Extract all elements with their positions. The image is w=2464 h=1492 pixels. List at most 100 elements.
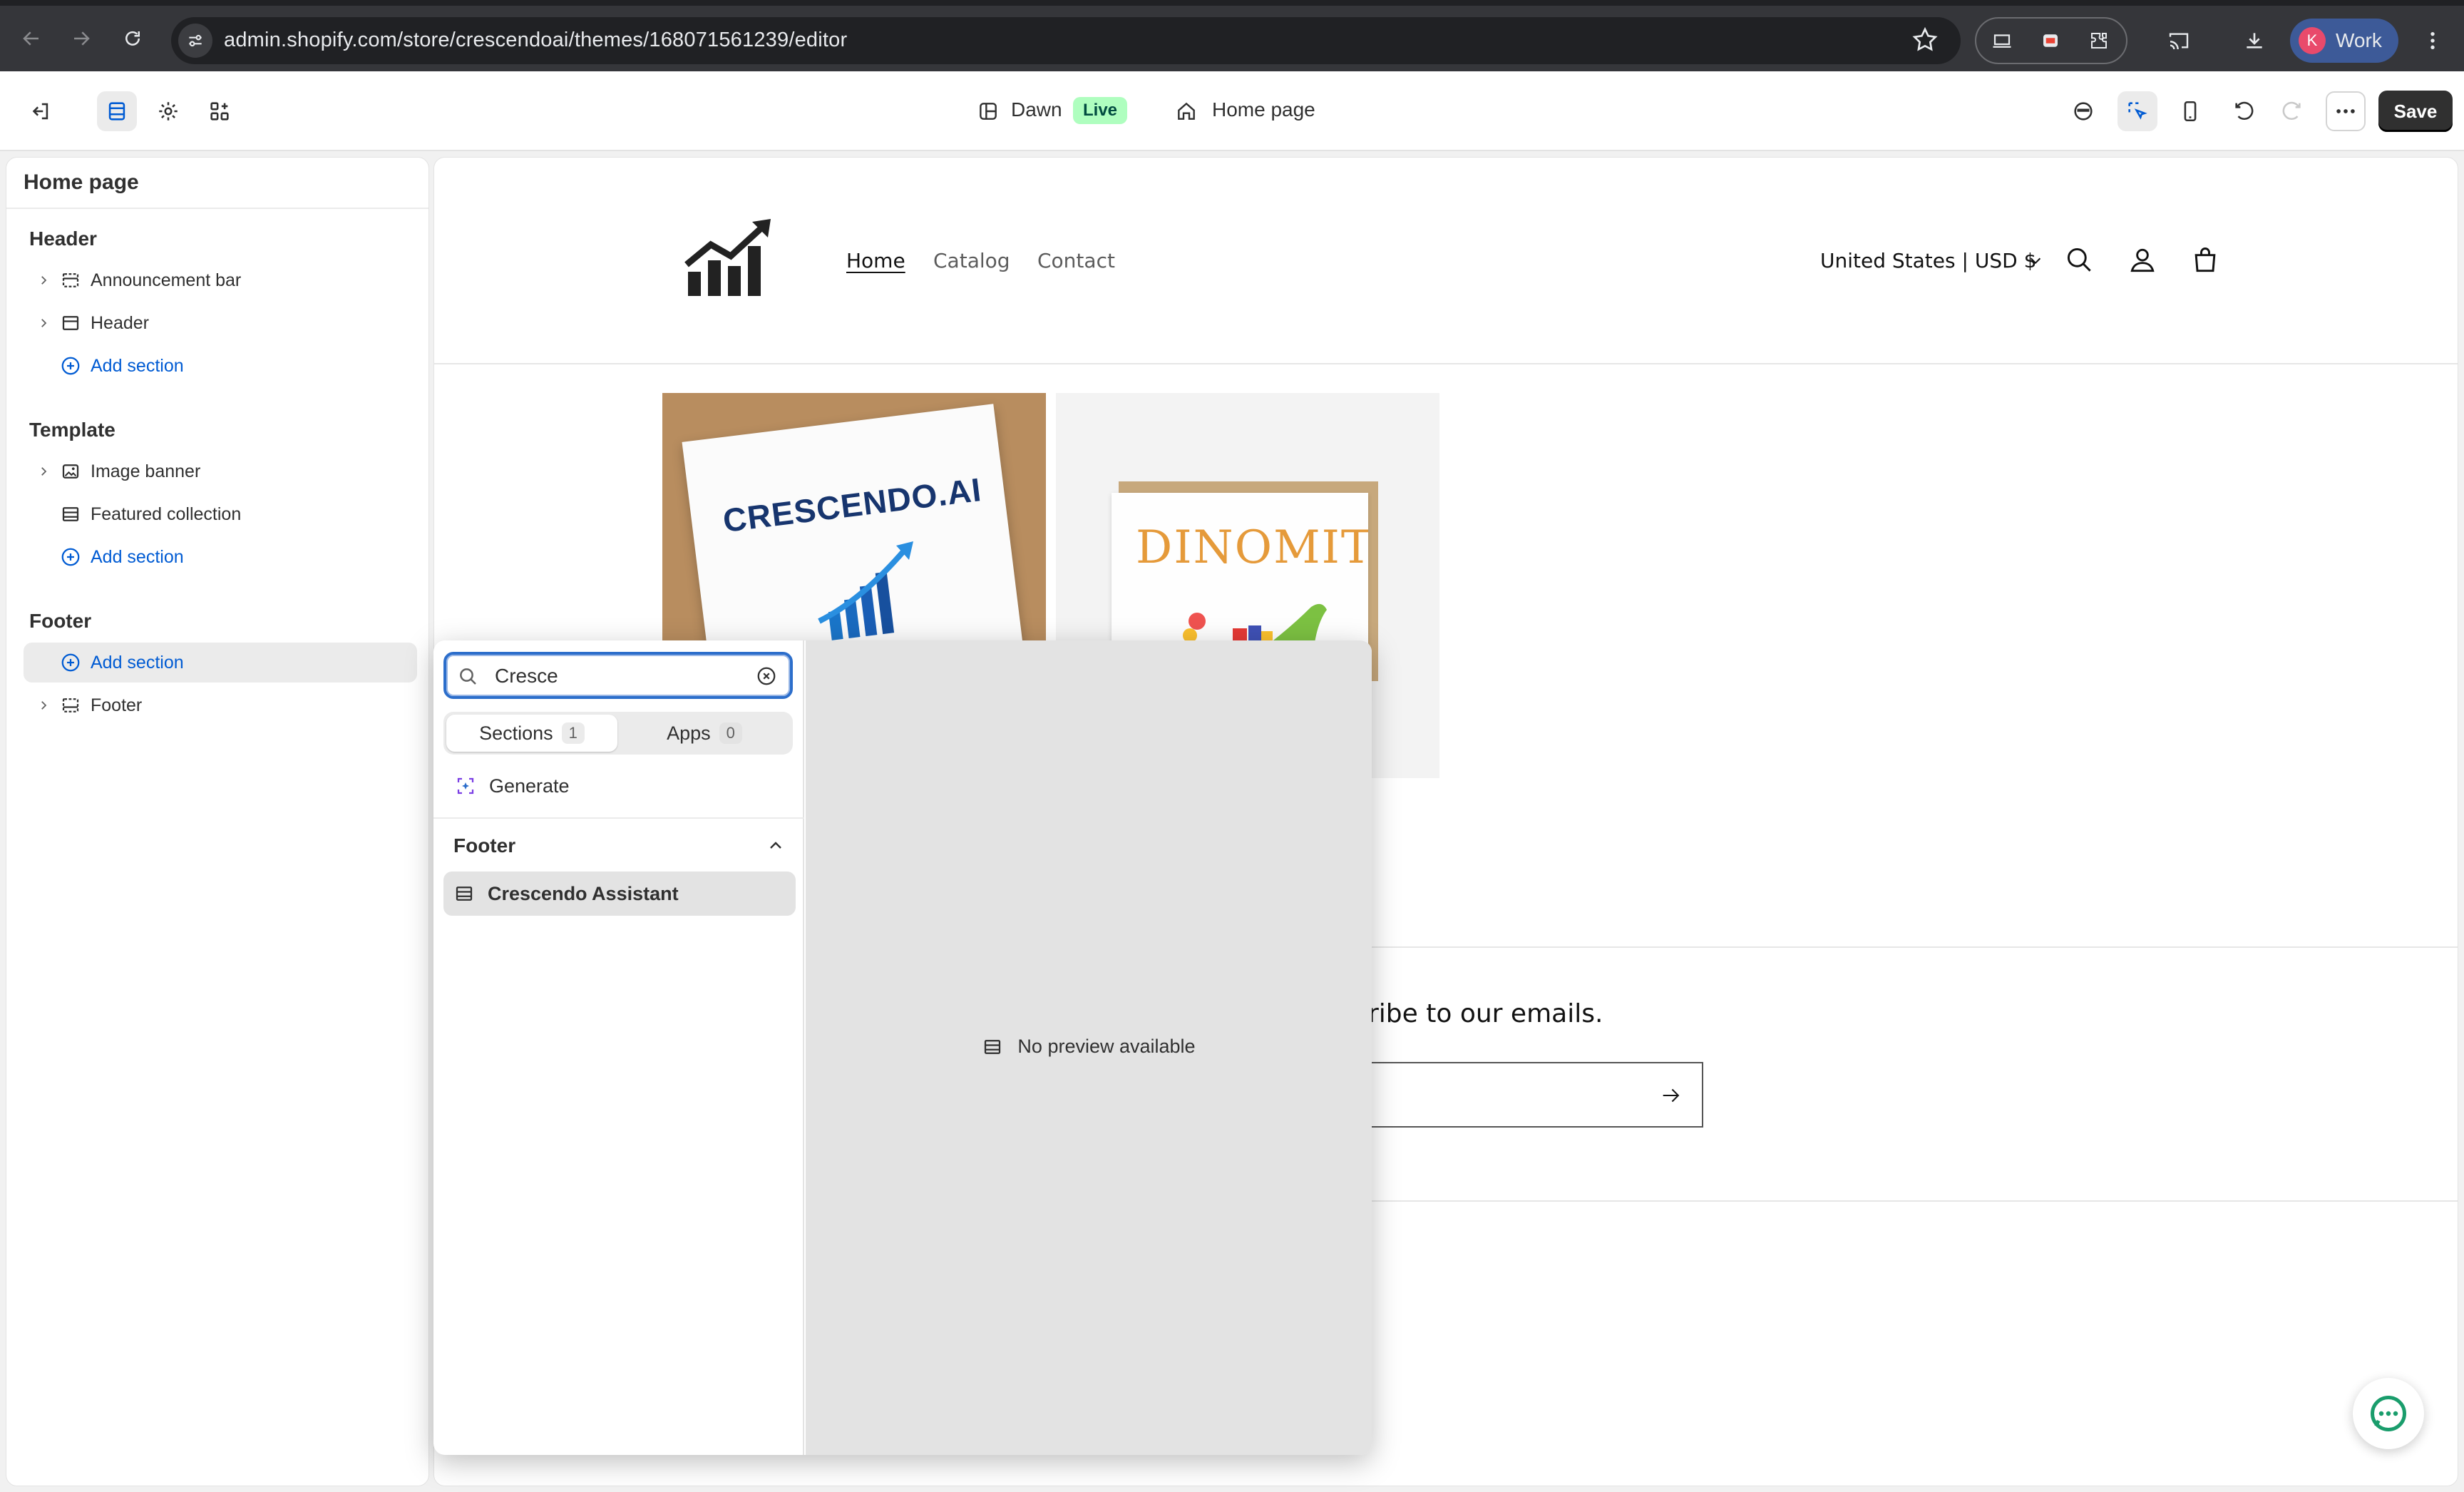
sections-sidebar: Home page Header Announcement bar Header… — [6, 157, 429, 1486]
forward-icon[interactable] — [63, 20, 100, 57]
reload-icon[interactable] — [114, 20, 151, 57]
app-block-icon — [453, 883, 475, 904]
undo-icon[interactable] — [2224, 91, 2264, 131]
mobile-preview-icon[interactable] — [2170, 91, 2210, 131]
announcement-bar-icon — [56, 270, 85, 291]
bookmark-star-icon[interactable] — [1911, 26, 1939, 54]
back-icon[interactable] — [13, 20, 50, 57]
country-currency-selector[interactable]: United States | USD $ — [1820, 249, 2036, 272]
tree-item-header[interactable]: Header — [24, 303, 417, 343]
plus-circle-icon — [56, 355, 85, 377]
product-card-word: DINOMITE — [1136, 521, 1368, 574]
collection-section-icon — [56, 504, 85, 525]
header-section-icon — [56, 312, 85, 334]
chevron-down-icon[interactable] — [2018, 243, 2053, 277]
profile-button[interactable]: K Work — [2290, 19, 2398, 63]
tree-item-label: Image banner — [91, 461, 201, 481]
tab-sections[interactable]: Sections 1 — [446, 715, 617, 752]
store-nav-home[interactable]: Home — [846, 249, 905, 272]
tree-item-footer[interactable]: Footer — [24, 685, 417, 725]
url-text[interactable]: admin.shopify.com/store/crescendoai/them… — [224, 29, 847, 52]
extension-app-icon[interactable] — [2035, 25, 2066, 56]
download-icon[interactable] — [2239, 25, 2270, 56]
home-icon — [1166, 91, 1206, 131]
tree-item-announcement-bar[interactable]: Announcement bar — [24, 260, 417, 300]
store-header: Home Catalog Contact United States | USD… — [434, 158, 2458, 364]
add-section-header[interactable]: Add section — [24, 346, 417, 386]
extensions-group — [1975, 17, 2127, 64]
no-preview-label: No preview available — [1017, 1036, 1196, 1057]
add-section-template[interactable]: Add section — [24, 537, 417, 577]
page-selector[interactable]: Home page — [1212, 98, 1315, 121]
tree-item-label: Header — [91, 312, 149, 333]
search-icon[interactable] — [2063, 243, 2097, 277]
address-bar[interactable]: admin.shopify.com/store/crescendoai/them… — [171, 17, 1961, 64]
store-nav-contact[interactable]: Contact — [1037, 249, 1115, 272]
generate-button[interactable]: Generate — [443, 766, 793, 806]
tree-item-image-banner[interactable]: Image banner — [24, 451, 417, 491]
browser-toolbar: admin.shopify.com/store/crescendoai/them… — [0, 0, 2464, 71]
picker-tabs: Sections 1 Apps 0 — [443, 712, 793, 755]
site-info-icon[interactable] — [178, 24, 212, 58]
chevron-right-icon[interactable] — [34, 274, 53, 287]
chat-widget-icon[interactable] — [2353, 1378, 2424, 1449]
tab-label: Sections — [479, 722, 553, 744]
growth-chart-icon — [812, 536, 926, 643]
chevron-right-icon[interactable] — [34, 699, 53, 712]
cart-icon[interactable] — [2188, 243, 2222, 277]
exit-icon[interactable] — [20, 91, 60, 131]
more-actions-icon[interactable] — [2326, 91, 2366, 131]
add-section-label: Add section — [91, 546, 184, 567]
account-icon[interactable] — [2125, 243, 2160, 277]
generate-label: Generate — [489, 775, 570, 797]
inspector-icon[interactable] — [2063, 91, 2103, 131]
store-nav-catalog[interactable]: Catalog — [933, 249, 1010, 272]
tab-label: Apps — [667, 722, 711, 744]
chevron-right-icon[interactable] — [34, 317, 53, 329]
add-section-label: Add section — [91, 355, 184, 376]
tree-item-featured-collection[interactable]: Featured collection — [24, 494, 417, 534]
tree-item-label: Announcement bar — [91, 270, 242, 290]
tree-item-label: Footer — [91, 695, 143, 715]
count-badge: 1 — [561, 722, 585, 744]
section-result-label: Crescendo Assistant — [488, 882, 679, 904]
puzzle-extensions-icon[interactable] — [2083, 25, 2115, 56]
browser-menu-icon[interactable] — [2417, 25, 2448, 56]
divider — [433, 817, 804, 819]
theme-settings-gear-icon[interactable] — [148, 91, 188, 131]
count-badge: 0 — [719, 722, 742, 744]
live-status-badge: Live — [1073, 97, 1128, 124]
divider — [6, 208, 428, 209]
select-element-icon[interactable] — [2118, 91, 2157, 131]
profile-avatar: K — [2299, 27, 2326, 54]
store-logo-chart-icon[interactable] — [681, 215, 781, 300]
group-title-header: Header — [29, 228, 97, 250]
newsletter-heading: ribe to our emails. — [1368, 999, 1603, 1028]
clear-search-icon[interactable] — [756, 665, 777, 687]
cast-icon[interactable] — [2163, 25, 2194, 56]
theme-name[interactable]: Dawn — [1011, 98, 1062, 121]
arrow-right-icon[interactable] — [1659, 1083, 1683, 1108]
tree-item-label: Featured collection — [91, 504, 242, 524]
section-search-input[interactable] — [495, 662, 744, 690]
section-preview-pane: No preview available — [806, 640, 1372, 1455]
search-icon — [458, 666, 479, 688]
result-group-title[interactable]: Footer — [453, 834, 515, 857]
tab-apps[interactable]: Apps 0 — [619, 715, 790, 752]
app-embeds-icon[interactable] — [200, 91, 240, 131]
plus-circle-icon — [56, 652, 85, 673]
save-button[interactable]: Save — [2378, 91, 2453, 132]
chevron-up-icon[interactable] — [767, 837, 784, 854]
sidebar-title: Home page — [24, 170, 139, 194]
section-search-field[interactable] — [443, 652, 793, 699]
image-banner-icon — [56, 461, 85, 482]
section-result-crescendo-assistant[interactable]: Crescendo Assistant — [443, 872, 796, 916]
laptop-icon[interactable] — [1986, 25, 2018, 56]
section-picker-list: Sections 1 Apps 0 Generate Footer Cresce… — [433, 640, 804, 1455]
redo-icon[interactable] — [2272, 91, 2311, 131]
add-section-popover: Sections 1 Apps 0 Generate Footer Cresce… — [433, 640, 1372, 1455]
add-section-footer[interactable]: Add section — [24, 643, 417, 683]
sections-icon[interactable] — [97, 91, 137, 131]
group-title-template: Template — [29, 419, 115, 441]
chevron-right-icon[interactable] — [34, 465, 53, 478]
